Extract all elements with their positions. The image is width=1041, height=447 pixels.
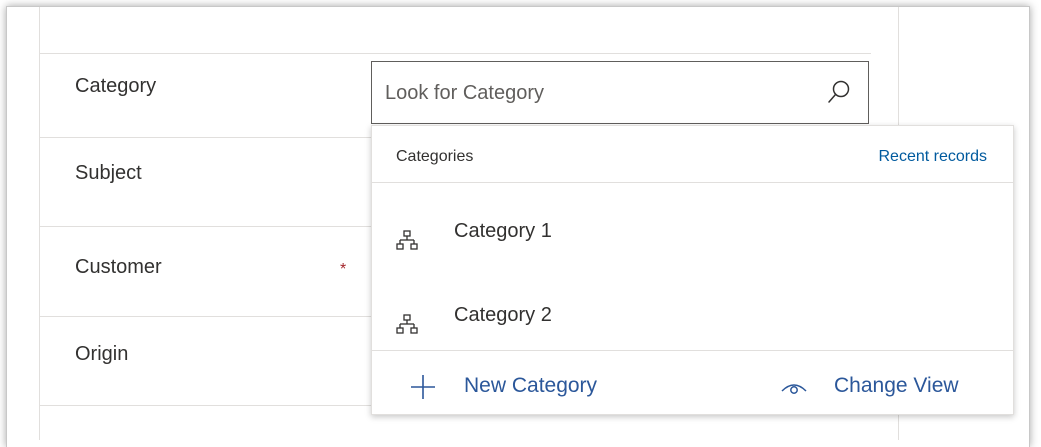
field-label-customer: Customer [75, 256, 162, 278]
form-divider [39, 53, 871, 54]
lookup-flyout: Categories Recent records Category 1 Cat… [371, 125, 1014, 415]
record-label: Category 2 [454, 304, 552, 326]
field-label-category: Category [75, 75, 157, 97]
category-lookup-input[interactable]: Look for Category [371, 61, 869, 124]
hierarchy-icon [396, 230, 418, 250]
row-divider [39, 226, 371, 227]
form-window: Category Subject Customer * Origin Look … [6, 6, 1030, 447]
record-category-2[interactable]: Category 2 [372, 286, 1013, 346]
new-category-button[interactable]: New Category [464, 374, 597, 398]
record-label: Category 1 [454, 220, 552, 242]
eye-icon[interactable] [780, 378, 808, 398]
row-divider [39, 405, 371, 406]
recent-records-link[interactable]: Recent records [879, 148, 988, 166]
plus-icon[interactable] [410, 374, 436, 400]
flyout-title: Categories [396, 148, 474, 165]
flyout-divider [372, 182, 1013, 183]
search-icon[interactable] [826, 78, 852, 106]
lookup-placeholder: Look for Category [385, 82, 544, 104]
record-category-1[interactable]: Category 1 [372, 202, 1013, 262]
change-view-button[interactable]: Change View [834, 374, 959, 398]
required-marker: * [340, 261, 347, 278]
field-label-origin: Origin [75, 343, 129, 365]
hierarchy-icon [396, 314, 418, 334]
field-label-subject: Subject [75, 162, 142, 184]
flyout-footer: New Category Change View [372, 350, 1013, 414]
row-divider [39, 137, 371, 138]
row-divider [39, 316, 371, 317]
